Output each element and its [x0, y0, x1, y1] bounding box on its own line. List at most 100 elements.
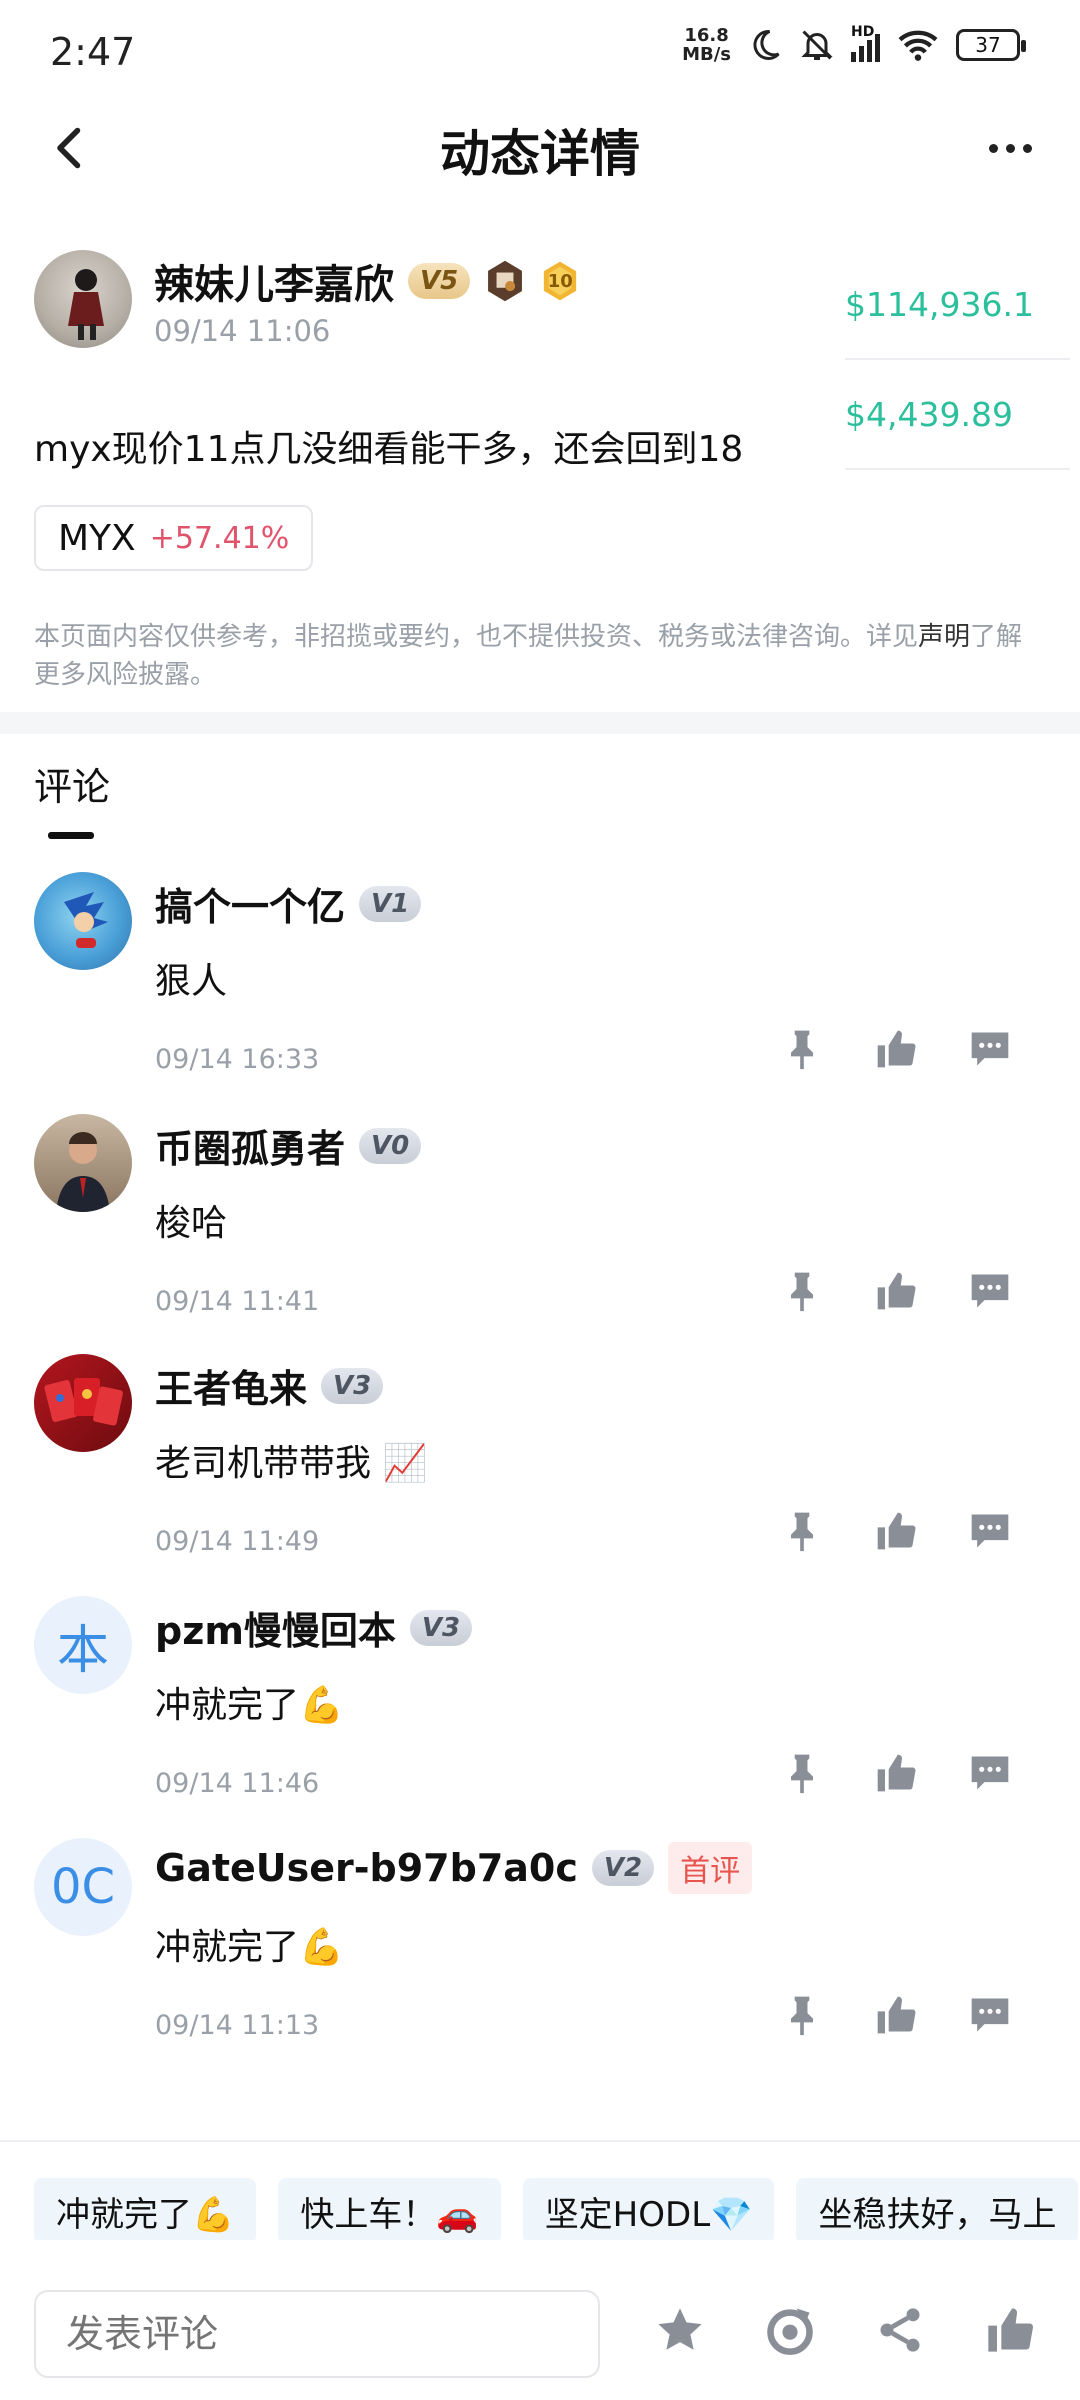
page-title: 动态详情 [440, 125, 640, 183]
price-ticker: $114,936.1 $4,439.89 [845, 250, 1070, 470]
commenter-name[interactable]: 币圈孤勇者 [155, 1118, 345, 1173]
commenter-name[interactable]: GateUser-b97b7a0c [155, 1846, 578, 1890]
pin-icon [791, 1030, 813, 1070]
commenter-avatar[interactable] [34, 1114, 132, 1212]
coin-symbol: MYX [58, 517, 136, 559]
certificate-badge-icon [488, 260, 523, 302]
quick-reply-chip[interactable]: 快上车！🚗 [278, 2178, 501, 2240]
pin-button[interactable] [775, 1504, 829, 1558]
reply-button[interactable] [963, 1504, 1017, 1558]
commenter-name[interactable]: pzm慢慢回本 [155, 1600, 396, 1655]
comment-icon [971, 1032, 1009, 1066]
pin-button[interactable] [775, 1022, 829, 1076]
pin-button[interactable] [775, 1746, 829, 1800]
repost-icon [767, 2308, 813, 2355]
thumbs-up-icon [877, 1272, 916, 1310]
commenter-avatar[interactable]: 本 [34, 1596, 132, 1694]
level-badge: V1 [359, 885, 422, 922]
reply-button[interactable] [963, 1746, 1017, 1800]
commenter-name[interactable]: 王者龟来 [155, 1358, 307, 1413]
comment-time: 09/14 11:49 [155, 1526, 320, 1557]
commenter-avatar[interactable] [34, 1354, 132, 1452]
thumbs-up-icon [877, 1996, 916, 2034]
like-button[interactable] [869, 1022, 923, 1076]
like-button[interactable] [869, 1264, 923, 1318]
comment-item: 搞个一个亿 V1 狠人 09/14 16:33 [0, 872, 1080, 1114]
more-dot-icon [1022, 143, 1032, 153]
comment-time: 09/14 16:33 [155, 1044, 320, 1075]
like-post-button[interactable] [980, 2300, 1040, 2360]
reply-button[interactable] [963, 1022, 1017, 1076]
level-badge: V3 [321, 1367, 384, 1404]
tab-underline [48, 832, 94, 839]
level-badge: V3 [409, 1609, 473, 1646]
disclaimer: 本页面内容仅供参考，非招揽或要约，也不提供投资、税务或法律咨询。详见声明了解更多… [34, 618, 1044, 694]
like-button[interactable] [869, 1504, 923, 1558]
disclaimer-link[interactable]: 声明 [918, 622, 970, 652]
level-badge: V0 [359, 1127, 422, 1164]
commenter-name-row: GateUser-b97b7a0c V2 首评 [155, 1842, 753, 1894]
sonic-avatar-icon [64, 892, 108, 948]
comment-input[interactable] [34, 2290, 600, 2378]
first-comment-badge: 首评 [668, 1842, 753, 1894]
pin-button[interactable] [775, 1988, 829, 2042]
battery-icon: 37 [956, 29, 1026, 61]
quick-reply-chip[interactable]: 坐稳扶好，马上 [796, 2178, 1079, 2240]
favorite-button[interactable] [650, 2300, 710, 2360]
signal-icon: HD [851, 24, 880, 62]
level-badge: V5 [408, 263, 471, 299]
comment-actions [775, 1746, 1017, 1800]
like-button[interactable] [869, 1988, 923, 2042]
thumbs-up-icon [877, 1030, 916, 1068]
bottom-bar [0, 2270, 1080, 2400]
reply-button[interactable] [963, 1988, 1017, 2042]
comment-text: 狠人 [155, 961, 228, 1002]
comments-tab[interactable]: 评论 [34, 756, 110, 811]
reply-button[interactable] [963, 1264, 1017, 1318]
pin-button[interactable] [775, 1264, 829, 1318]
comment-actions [775, 1264, 1017, 1318]
repost-button[interactable] [760, 2300, 820, 2360]
quick-reply-chip[interactable]: 冲就完了💪 [34, 2178, 257, 2240]
comment-actions [775, 1022, 1017, 1076]
coin-change: +57.41% [149, 520, 290, 556]
share-button[interactable] [870, 2300, 930, 2360]
star-icon [658, 2308, 702, 2350]
thumbs-up-icon [988, 2308, 1034, 2352]
comment-icon [971, 1998, 1009, 2032]
pin-icon [791, 1996, 813, 2036]
comment-icon [971, 1756, 1009, 1790]
top-nav: 动态详情 [0, 100, 1080, 200]
signal-label: HD [851, 24, 875, 40]
quick-reply-chip[interactable]: 坚定HODL💎 [522, 2178, 775, 2240]
more-dot-icon [988, 143, 998, 153]
share-icon [880, 2308, 920, 2352]
quick-reply-list: 冲就完了💪 快上车！🚗 坚定HODL💎 坐稳扶好，马上 [34, 2178, 1079, 2240]
bell-off-icon [801, 30, 833, 60]
comment-time: 09/14 11:46 [155, 1768, 320, 1799]
author-avatar[interactable] [34, 250, 132, 348]
person-figure-icon [68, 269, 104, 340]
comment-item: 本 pzm慢慢回本 V3 冲就完了💪 09/14 11:46 [0, 1596, 1080, 1838]
author-name[interactable]: 辣妹儿李嘉欣 [154, 252, 394, 310]
commenter-avatar[interactable]: 0C [34, 1838, 132, 1936]
disclaimer-text: 本页面内容仅供参考，非招揽或要约，也不提供投资、税务或法律咨询。详见 [34, 622, 919, 652]
more-button[interactable] [970, 118, 1050, 178]
moon-icon [753, 29, 780, 60]
coin-tag[interactable]: MYX +57.41% [34, 505, 314, 571]
commenter-name-row: pzm慢慢回本 V3 [155, 1600, 473, 1655]
commenter-avatar[interactable] [34, 872, 132, 970]
price-btc[interactable]: $114,936.1 [845, 250, 1070, 360]
wifi-icon [898, 30, 938, 61]
author-name-row: 辣妹儿李嘉欣 V5 10 [154, 252, 580, 310]
like-button[interactable] [869, 1746, 923, 1800]
level-badge: V2 [591, 1850, 655, 1886]
comment-text: 冲就完了💪 [155, 1927, 344, 1968]
comment-item: 币圈孤勇者 V0 梭哈 09/14 11:41 [0, 1114, 1080, 1356]
price-eth[interactable]: $4,439.89 [845, 360, 1070, 470]
comment-item: 0C GateUser-b97b7a0c V2 首评 冲就完了💪 09/14 1… [0, 1838, 1080, 2080]
thumbs-up-icon [877, 1754, 916, 1792]
commenter-name[interactable]: 搞个一个亿 [155, 876, 345, 931]
section-divider [0, 712, 1080, 734]
status-icons: 16.8 MB/s HD 37 [682, 24, 1026, 64]
